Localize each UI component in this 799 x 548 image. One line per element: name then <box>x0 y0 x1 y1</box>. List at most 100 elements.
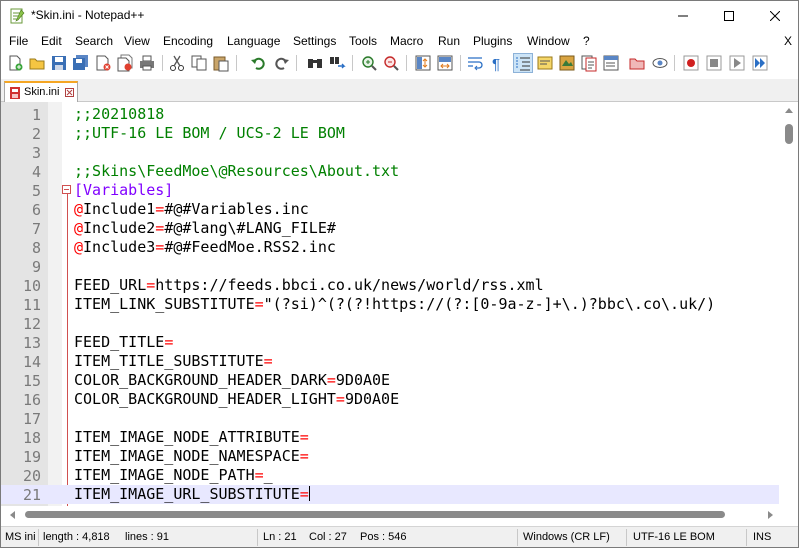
code-text[interactable]: @Include3=#@#FeedMoe.RSS2.inc <box>74 238 336 257</box>
copy-icon[interactable] <box>190 54 208 72</box>
line-number: 4 <box>31 163 41 181</box>
code-text[interactable]: [Variables] <box>74 181 173 200</box>
code-line[interactable]: 19 ITEM_IMAGE_NODE_NAMESPACE= <box>1 447 779 466</box>
cut-icon[interactable] <box>168 54 186 72</box>
minimize-button[interactable] <box>660 1 706 31</box>
fold-toggle-icon[interactable] <box>62 185 71 194</box>
menu-file[interactable]: File <box>9 34 28 48</box>
code-line[interactable]: 15 COLOR_BACKGROUND_HEADER_DARK=9D0A0E <box>1 371 779 390</box>
word-wrap-icon[interactable] <box>466 54 484 72</box>
code-line[interactable]: 4 ;;Skins\FeedMoe\@Resources\About.txt <box>1 162 779 181</box>
function-list-icon[interactable] <box>602 54 620 72</box>
tab-close-icon[interactable] <box>65 88 74 97</box>
token-val: 9D0A0E <box>344 390 400 408</box>
code-text[interactable]: ITEM_LINK_SUBSTITUTE="(?si)^(?(?!https:/… <box>74 295 715 314</box>
document-list-icon[interactable] <box>580 54 598 72</box>
code-line[interactable]: 14 ITEM_TITLE_SUBSTITUTE= <box>1 352 779 371</box>
code-line[interactable]: 6 @Include1=#@#Variables.inc <box>1 200 779 219</box>
code-line[interactable]: 20 ITEM_IMAGE_NODE_PATH=_ <box>1 466 779 485</box>
code-line[interactable]: 3 <box>1 143 779 162</box>
menu-run[interactable]: Run <box>438 34 460 48</box>
menu-tools[interactable]: Tools <box>349 34 377 48</box>
code-text[interactable]: FEED_TITLE= <box>74 333 173 352</box>
code-line[interactable]: 7 @Include2=#@#lang\#LANG_FILE# <box>1 219 779 238</box>
show-all-characters-icon[interactable]: ¶ <box>488 54 506 72</box>
code-line[interactable]: 11 ITEM_LINK_SUBSTITUTE="(?si)^(?(?!https… <box>1 295 779 314</box>
menu-edit[interactable]: Edit <box>41 34 62 48</box>
menu-help[interactable]: ? <box>583 34 590 48</box>
code-line[interactable]: 2 ;;UTF-16 LE BOM / UCS-2 LE BOM <box>1 124 779 143</box>
editor-area[interactable]: 1 ;;20210818 2 ;;UTF-16 LE BOM / UCS-2 LE B… <box>1 102 798 506</box>
scroll-left-arrow-icon[interactable] <box>9 511 15 519</box>
code-text[interactable]: COLOR_BACKGROUND_HEADER_DARK=9D0A0E <box>74 371 390 390</box>
scroll-right-arrow-icon[interactable] <box>768 511 774 519</box>
code-text[interactable]: ITEM_IMAGE_NODE_NAMESPACE= <box>74 447 309 466</box>
horizontal-scrollbar[interactable] <box>1 506 798 523</box>
code-line[interactable]: 17 <box>1 409 779 428</box>
menu-macro[interactable]: Macro <box>390 34 423 48</box>
menu-language[interactable]: Language <box>227 34 280 48</box>
user-defined-language-icon[interactable] <box>536 54 554 72</box>
tab-skin-ini[interactable]: Skin.ini <box>4 81 78 103</box>
zoom-in-icon[interactable] <box>360 54 378 72</box>
menu-settings[interactable]: Settings <box>293 34 336 48</box>
code-line[interactable]: 18 ITEM_IMAGE_NODE_ATTRIBUTE= <box>1 428 779 447</box>
code-text[interactable]: COLOR_BACKGROUND_HEADER_LIGHT=9D0A0E <box>74 390 399 409</box>
close-window-button[interactable] <box>752 1 798 31</box>
menu-search[interactable]: Search <box>75 34 113 48</box>
paste-icon[interactable] <box>212 54 230 72</box>
open-file-icon[interactable] <box>28 54 46 72</box>
code-line[interactable]: 10 FEED_URL=https://feeds.bbci.co.uk/news… <box>1 276 779 295</box>
redo-icon[interactable] <box>272 54 290 72</box>
monitoring-icon[interactable] <box>651 54 669 72</box>
playback-macro-icon[interactable] <box>728 54 746 72</box>
code-text[interactable]: @Include1=#@#Variables.inc <box>74 200 309 219</box>
menu-plugins[interactable]: Plugins <box>473 34 512 48</box>
code-lines[interactable]: 1 ;;20210818 2 ;;UTF-16 LE BOM / UCS-2 LE B… <box>1 105 779 504</box>
code-line[interactable]: 8 @Include3=#@#FeedMoe.RSS2.inc <box>1 238 779 257</box>
code-text[interactable]: FEED_URL=https://feeds.bbci.co.uk/news/w… <box>74 276 544 295</box>
scroll-up-arrow-icon[interactable] <box>785 107 793 113</box>
code-line[interactable]: 21 ITEM_IMAGE_URL_SUBSTITUTE= <box>1 485 779 504</box>
code-line[interactable]: 13 FEED_TITLE= <box>1 333 779 352</box>
vertical-scroll-thumb[interactable] <box>785 124 793 144</box>
sync-horizontal-scroll-icon[interactable] <box>436 54 454 72</box>
zoom-out-icon[interactable] <box>382 54 400 72</box>
menu-window[interactable]: Window <box>527 34 570 48</box>
menu-view[interactable]: View <box>124 34 150 48</box>
print-icon[interactable] <box>138 54 156 72</box>
horizontal-scroll-thumb[interactable] <box>25 511 725 518</box>
save-all-icon[interactable] <box>72 54 90 72</box>
document-map-icon[interactable] <box>558 54 576 72</box>
code-text[interactable]: ;;20210818 <box>74 105 164 124</box>
indent-guide-icon[interactable] <box>513 53 533 73</box>
code-line[interactable]: 12 <box>1 314 779 333</box>
sync-vertical-scroll-icon[interactable] <box>414 54 432 72</box>
code-text[interactable]: @Include2=#@#lang\#LANG_FILE# <box>74 219 336 238</box>
code-text[interactable]: ITEM_IMAGE_NODE_PATH=_ <box>74 466 273 485</box>
find-icon[interactable] <box>306 54 324 72</box>
code-line[interactable]: 9 <box>1 257 779 276</box>
maximize-button[interactable] <box>706 1 752 31</box>
record-macro-icon[interactable] <box>682 54 700 72</box>
stop-recording-icon[interactable] <box>705 54 723 72</box>
new-file-icon[interactable] <box>6 54 24 72</box>
close-document-menu-button[interactable]: X <box>784 34 792 48</box>
save-icon[interactable] <box>50 54 68 72</box>
code-text[interactable]: ;;UTF-16 LE BOM / UCS-2 LE BOM <box>74 124 345 143</box>
replace-icon[interactable] <box>328 54 346 72</box>
code-line[interactable]: 16 COLOR_BACKGROUND_HEADER_LIGHT=9D0A0E <box>1 390 779 409</box>
code-text[interactable]: ;;Skins\FeedMoe\@Resources\About.txt <box>74 162 399 181</box>
code-text[interactable]: ITEM_IMAGE_NODE_ATTRIBUTE= <box>74 428 309 447</box>
folder-as-workspace-icon[interactable] <box>628 54 646 72</box>
run-macro-multiple-icon[interactable] <box>751 54 769 72</box>
close-all-icon[interactable] <box>116 54 134 72</box>
code-text[interactable]: ITEM_IMAGE_URL_SUBSTITUTE= <box>74 485 310 504</box>
menu-encoding[interactable]: Encoding <box>163 34 213 48</box>
code-text[interactable]: ITEM_TITLE_SUBSTITUTE= <box>74 352 273 371</box>
code-line[interactable]: 5 [Variables] <box>1 181 779 200</box>
close-file-icon[interactable] <box>94 54 112 72</box>
vertical-scrollbar[interactable] <box>780 102 798 506</box>
code-line[interactable]: 1 ;;20210818 <box>1 105 779 124</box>
undo-icon[interactable] <box>250 54 268 72</box>
